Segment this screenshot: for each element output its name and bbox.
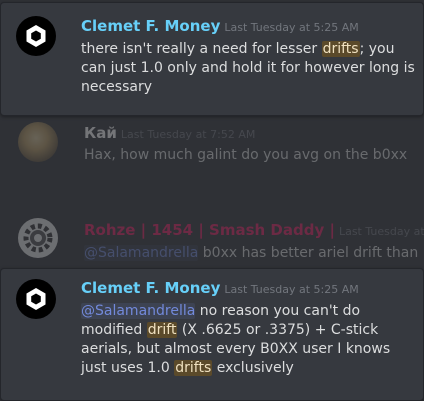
timestamp: Last Tuesday at 5:25 AM <box>224 283 359 296</box>
message-content: Hax, how much galint do you avg on the b… <box>84 147 408 163</box>
user-mention[interactable]: @Salamandrella <box>81 303 196 319</box>
timestamp: Last Tuesday at 7:52 AM <box>120 128 256 141</box>
author-name[interactable]: Кай <box>84 124 117 142</box>
context-message-2: Rohze | 1454 | Smash Daddy | Last Tuesday… <box>0 212 424 267</box>
search-result-card-1[interactable]: Clemet F. Money Last Tuesday at 5:25 AM t… <box>0 2 424 116</box>
user-avatar[interactable] <box>18 122 58 162</box>
search-highlight: drifts <box>174 360 213 376</box>
user-mention[interactable]: @Salamandrella <box>84 245 198 261</box>
search-highlight: drift <box>146 322 178 338</box>
gear-avatar[interactable] <box>18 218 58 258</box>
gear-icon <box>23 223 53 253</box>
chainlink-avatar[interactable] <box>16 279 56 319</box>
message-header: Clemet F. Money Last Tuesday at 5:25 AM <box>81 278 359 297</box>
message-content: @Salamandrella b0xx has better ariel dri… <box>84 244 424 263</box>
message-header: Clemet F. Money Last Tuesday at 5:25 AM <box>81 16 359 35</box>
search-result-card-2[interactable]: Clemet F. Money Last Tuesday at 5:25 AM @… <box>0 268 424 401</box>
timestamp: Last Tuesday at 5:31 AM <box>338 225 424 238</box>
search-highlight: drifts <box>321 41 360 57</box>
author-name[interactable]: Clemet F. Money <box>81 279 220 297</box>
author-name[interactable]: Rohze | 1454 | Smash Daddy | <box>84 221 335 239</box>
chainlink-avatar[interactable] <box>16 16 56 56</box>
chainlink-hexagon-icon <box>26 288 46 310</box>
message-text: exclusively <box>212 360 294 376</box>
message-text: b0xx has better ariel drift than <box>198 245 419 261</box>
author-name[interactable]: Clemet F. Money <box>81 17 220 35</box>
chainlink-hexagon-icon <box>26 25 46 47</box>
message-content: @Salamandrella no reason you can't do mo… <box>81 302 417 378</box>
message-content: there isn't really a need for lesser dri… <box>81 40 416 97</box>
timestamp: Last Tuesday at 5:25 AM <box>224 21 359 34</box>
context-message-1: Кай Last Tuesday at 7:52 AM Hax, how much… <box>0 118 424 198</box>
message-text: there isn't really a need for lesser <box>81 41 322 57</box>
message-header: Кай Last Tuesday at 7:52 AM <box>84 123 255 142</box>
message-header: Rohze | 1454 | Smash Daddy | Last Tuesday… <box>84 220 424 239</box>
